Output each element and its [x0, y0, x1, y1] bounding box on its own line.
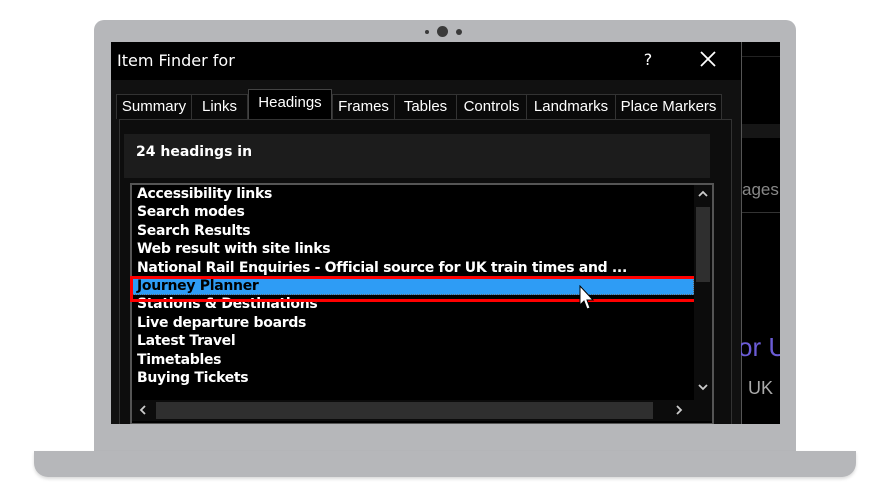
list-item[interactable]: Search Results: [132, 222, 694, 240]
list-item[interactable]: National Rail Enquiries - Official sourc…: [132, 259, 694, 277]
tab-label: Tables: [403, 98, 448, 115]
horizontal-scrollbar[interactable]: [132, 400, 712, 421]
tab-landmarks[interactable]: Landmarks: [526, 94, 616, 119]
tab-label: Headings: [258, 94, 322, 111]
tab-label: Place Markers: [620, 98, 717, 115]
chevron-up-icon[interactable]: [694, 187, 712, 204]
camera-icon: [437, 26, 448, 37]
tab-label: Links: [201, 98, 238, 115]
list-item[interactable]: Latest Travel: [132, 332, 694, 350]
background-text-ages: ages: [742, 180, 779, 199]
laptop-base: [34, 451, 856, 477]
tab-place-markers[interactable]: Place Markers: [615, 94, 722, 119]
tab-headings[interactable]: Headings: [248, 89, 332, 120]
list-item[interactable]: Live departure boards: [132, 314, 694, 332]
item-finder-dialog: Item Finder for ? Summary Links Headings…: [111, 42, 741, 424]
background-link-heading[interactable]: or U: [738, 332, 780, 363]
chevron-down-icon[interactable]: [694, 380, 712, 397]
chevron-left-icon[interactable]: [134, 403, 152, 420]
list-item-selected[interactable]: Journey Planner: [132, 276, 694, 296]
list-item[interactable]: Web result with site links: [132, 240, 694, 258]
headings-count-box: 24 headings in: [124, 134, 710, 178]
camera-dot-small: [425, 30, 429, 34]
tab-controls[interactable]: Controls: [456, 94, 527, 119]
headings-panel: 24 headings in Accessibility links Search…: [119, 119, 732, 424]
tab-summary[interactable]: Summary: [116, 94, 192, 119]
dialog-title: Item Finder for: [117, 51, 235, 70]
tab-label: Controls: [463, 98, 520, 115]
tab-label: Landmarks: [533, 98, 609, 115]
headings-list[interactable]: Accessibility links Search modes Search Re…: [132, 185, 694, 400]
headings-listbox[interactable]: Accessibility links Search modes Search Re…: [130, 183, 714, 424]
list-item[interactable]: Stations & Destinations: [132, 295, 694, 313]
title-bar: Item Finder for ?: [111, 42, 741, 80]
help-button[interactable]: ?: [639, 50, 657, 69]
close-button[interactable]: [697, 48, 719, 70]
tab-links[interactable]: Links: [191, 94, 248, 119]
background-text-uk: UK: [748, 378, 774, 398]
chevron-right-icon[interactable]: [670, 403, 688, 420]
tab-frames[interactable]: Frames: [332, 94, 395, 119]
vertical-scrollbar[interactable]: [694, 185, 712, 400]
screen: ages or U UK Item Finder for ? Summary L…: [111, 42, 780, 424]
close-icon: [700, 51, 716, 67]
tab-tables[interactable]: Tables: [394, 94, 457, 119]
camera-dot: [456, 29, 462, 35]
tab-label: Summary: [121, 98, 187, 115]
horizontal-scroll-thumb[interactable]: [156, 402, 653, 419]
vertical-scroll-thumb[interactable]: [696, 207, 710, 282]
tab-label: Frames: [338, 98, 389, 115]
list-item[interactable]: Search modes: [132, 203, 694, 221]
list-item[interactable]: Accessibility links: [132, 185, 694, 203]
headings-count-label: 24 headings in: [136, 144, 253, 160]
background-web-page: ages or U UK: [738, 42, 780, 424]
list-item[interactable]: Timetables: [132, 351, 694, 369]
list-item[interactable]: Buying Tickets: [132, 369, 694, 387]
